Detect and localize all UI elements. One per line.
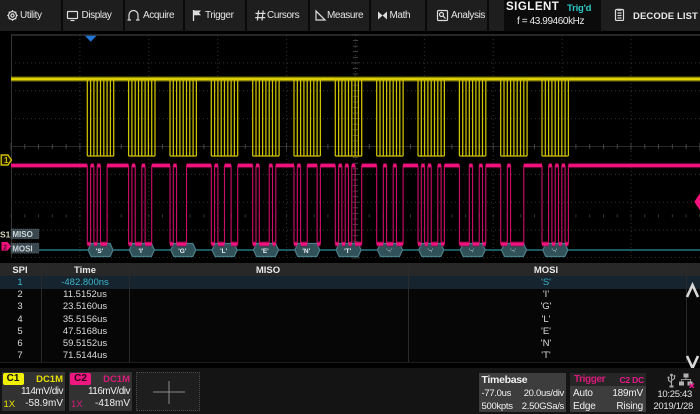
svg-text:2: 2 [3,242,7,251]
svg-text:'N': 'N' [302,248,310,255]
svg-text:'S': 'S' [96,248,104,255]
svg-text:'¬': '¬' [510,248,515,254]
svg-text:MISO: MISO [12,230,32,239]
svg-text:'T': 'T' [344,248,352,255]
svg-text:'L': 'L' [220,248,228,255]
svg-text:'I': 'I' [138,248,143,255]
svg-text:'¬': '¬' [428,248,433,254]
svg-text:MOSI: MOSI [12,244,32,253]
svg-text:'G': 'G' [178,248,187,255]
svg-text:'E': 'E' [261,248,269,255]
svg-text:'¬': '¬' [386,248,391,254]
svg-text:1: 1 [4,156,9,165]
svg-text:'¬': '¬' [469,248,474,254]
svg-text:'¬': '¬' [552,248,557,254]
svg-text:S1: S1 [0,230,11,240]
